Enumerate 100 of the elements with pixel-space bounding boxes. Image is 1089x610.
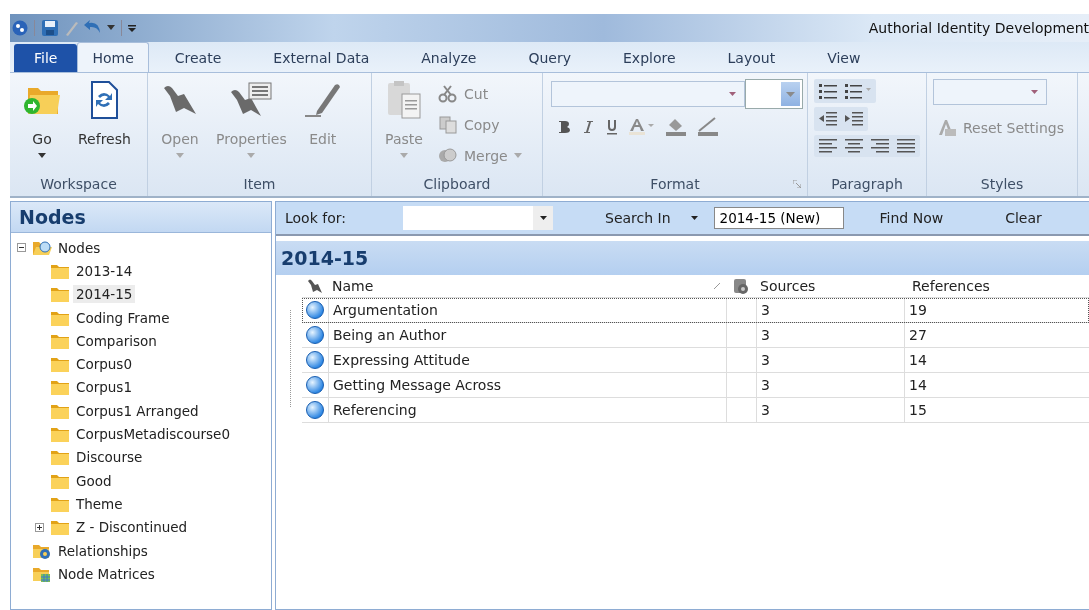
align-center-icon[interactable]: [844, 138, 864, 154]
customize-toolbar-icon[interactable]: [128, 24, 136, 32]
caret-icon: [539, 216, 547, 220]
font-size-field[interactable]: [745, 79, 803, 109]
numbered-list-icon[interactable]: [844, 82, 872, 100]
align-right-icon[interactable]: [870, 138, 890, 154]
table-row[interactable]: Expressing Attitude 3 14: [302, 348, 1089, 373]
group-label: Format: [650, 176, 700, 192]
group-label: Workspace: [40, 176, 117, 192]
memo-link-icon: [732, 277, 750, 295]
expand-icon[interactable]: [35, 522, 47, 532]
table-cell: Expressing Attitude: [328, 348, 726, 372]
italic-icon[interactable]: [581, 120, 595, 134]
tree-item[interactable]: Node Matrices: [55, 564, 158, 583]
caret-icon: [513, 153, 522, 158]
tree-item[interactable]: Corpus0: [73, 355, 135, 374]
tree-item[interactable]: Corpus1 Arranged: [73, 401, 202, 420]
line-color-icon[interactable]: [697, 117, 719, 137]
column-header[interactable]: Sources: [756, 278, 908, 294]
tree-item[interactable]: 2013-14: [73, 261, 136, 280]
ribbon-tab[interactable]: Create: [148, 44, 248, 72]
copy-icon: [438, 115, 458, 134]
ribbon-button[interactable]: Refresh: [72, 79, 137, 167]
find-now-button[interactable]: Find Now: [873, 209, 950, 227]
pencil-icon: [302, 81, 343, 119]
table-cell: Being an Author: [328, 323, 726, 347]
clear-button[interactable]: Clear: [999, 209, 1048, 227]
navigation-header: Nodes: [11, 202, 271, 233]
table-cell: 3: [756, 298, 904, 322]
font-color-icon[interactable]: [629, 118, 655, 136]
pin-list-icon: [229, 82, 274, 118]
tree-item[interactable]: Nodes: [55, 238, 104, 257]
tree-item[interactable]: Discourse: [73, 448, 146, 467]
ribbon-tab[interactable]: Analyze: [395, 44, 503, 72]
window-title: Authorial Identity Development: [868, 20, 1089, 36]
ribbon-tab[interactable]: View: [801, 44, 887, 72]
underline-icon[interactable]: [605, 119, 619, 135]
open-folder-icon: [32, 238, 52, 257]
ribbon-tab[interactable]: Explore: [597, 44, 702, 72]
increase-indent-icon[interactable]: [844, 110, 864, 128]
collapse-icon[interactable]: [17, 243, 29, 253]
decrease-indent-icon[interactable]: [818, 110, 838, 128]
node-icon: [306, 301, 324, 319]
tree-item[interactable]: Good: [73, 471, 115, 490]
table-cell: 3: [756, 373, 904, 397]
scissors-icon: [438, 84, 458, 103]
dropdown-caret-icon[interactable]: [107, 25, 115, 31]
tree-item[interactable]: 2014-15: [73, 285, 136, 304]
sort-indicator-icon: [714, 283, 720, 289]
folder-icon: [50, 518, 70, 537]
tree-item[interactable]: Corpus1: [73, 378, 135, 397]
group-label: Clipboard: [423, 176, 491, 192]
column-header[interactable]: Name: [328, 278, 726, 294]
list-header: 2014-15: [276, 241, 1089, 275]
table-row[interactable]: Referencing 3 15: [302, 398, 1089, 423]
column-header[interactable]: References: [908, 278, 1089, 294]
table-cell: 14: [904, 348, 1089, 372]
scope-field[interactable]: 2014-15 (New): [713, 207, 844, 229]
ribbon-tab[interactable]: Layout: [701, 44, 802, 72]
table-row[interactable]: Argumentation 3 19: [302, 298, 1089, 323]
look-for-field[interactable]: [403, 206, 553, 230]
ribbon-tab[interactable]: External Data: [247, 44, 396, 72]
refresh-document-icon: [89, 81, 120, 119]
table-cell: 15: [904, 398, 1089, 422]
folder-icon: [50, 285, 70, 304]
align-left-icon[interactable]: [818, 138, 838, 154]
table-cell: Argumentation: [328, 298, 726, 322]
merge-icon: [438, 146, 458, 165]
tree-item[interactable]: Theme: [73, 494, 126, 513]
justify-icon[interactable]: [896, 138, 916, 154]
table-cell: 3: [756, 398, 904, 422]
table-row[interactable]: Getting Message Across 3 14: [302, 373, 1089, 398]
bullet-list-icon[interactable]: [818, 82, 838, 100]
table-cell: Getting Message Across: [328, 373, 726, 397]
table-row[interactable]: Being an Author 3 27: [302, 323, 1089, 348]
caret-icon: [729, 92, 736, 96]
tree-item[interactable]: Relationships: [55, 541, 151, 560]
folder-icon: [50, 378, 70, 397]
bold-icon[interactable]: [557, 120, 571, 134]
fill-color-icon[interactable]: [665, 117, 687, 137]
caret-icon: [690, 216, 698, 220]
file-tab[interactable]: File: [14, 44, 78, 72]
node-icon: [306, 376, 324, 394]
caret-icon: [1031, 90, 1038, 94]
table-cell: Referencing: [328, 398, 726, 422]
font-name-field[interactable]: [551, 81, 745, 107]
tree-item[interactable]: Z - Discontinued: [73, 518, 191, 537]
tree-item[interactable]: Comparison: [73, 331, 160, 350]
save-icon[interactable]: [41, 19, 59, 37]
tree-item[interactable]: CorpusMetadiscourse0: [73, 425, 233, 443]
search-in-button[interactable]: Search In: [599, 209, 704, 227]
ribbon-tab[interactable]: Home: [77, 42, 149, 72]
style-field[interactable]: [933, 79, 1047, 105]
app-logo-icon[interactable]: [12, 20, 28, 36]
dropdown-button[interactable]: [533, 206, 553, 230]
tree-item[interactable]: Coding Frame: [73, 308, 173, 327]
ribbon-button[interactable]: Go: [16, 79, 68, 167]
folder-icon: [50, 448, 70, 467]
ribbon-tab[interactable]: Query: [502, 44, 597, 72]
folder-icon: [50, 425, 70, 443]
